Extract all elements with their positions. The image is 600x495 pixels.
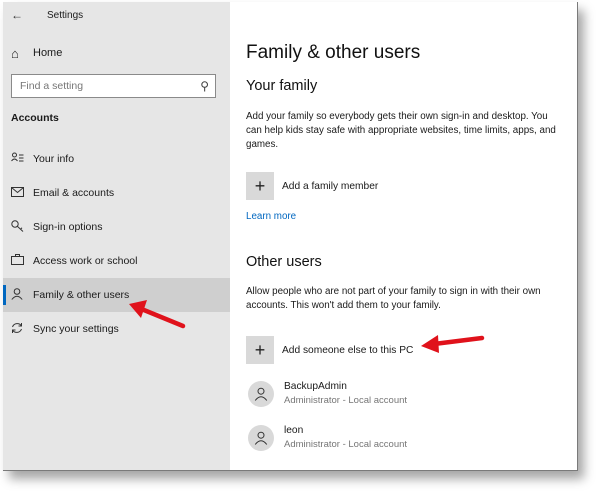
sidebar: ← Settings ⌂ Home Find a setting ⚲ Accou…: [3, 2, 230, 470]
sync-icon: [11, 322, 33, 337]
sidebar-item-email-accounts[interactable]: Email & accounts: [3, 176, 230, 210]
sidebar-item-label: Sign-in options: [33, 221, 103, 233]
settings-window: ← Settings ⌂ Home Find a setting ⚲ Accou…: [3, 2, 578, 471]
back-arrow-icon[interactable]: ←: [11, 8, 31, 22]
avatar: [248, 381, 274, 407]
window-title: Settings: [47, 9, 84, 21]
key-icon: [11, 219, 33, 235]
avatar: [248, 425, 274, 451]
annotation-arrow-icon: [129, 300, 186, 329]
main-content: Family & other users Your family Add you…: [230, 2, 577, 470]
home-link[interactable]: ⌂ Home: [11, 42, 62, 64]
user-icon: [254, 387, 268, 401]
your-family-heading: Your family: [246, 78, 318, 94]
title-bar: ← Settings: [11, 6, 83, 24]
search-placeholder: Find a setting: [20, 80, 84, 92]
sidebar-item-family-other-users[interactable]: Family & other users: [3, 278, 230, 312]
briefcase-icon: [11, 254, 33, 268]
sidebar-item-your-info[interactable]: Your info: [3, 142, 230, 176]
sidebar-item-label: Access work or school: [33, 255, 138, 267]
search-icon[interactable]: ⚲: [200, 79, 209, 93]
add-someone-else-label: Add someone else to this PC: [282, 344, 414, 356]
sidebar-item-sign-in-options[interactable]: Sign-in options: [3, 210, 230, 244]
other-users-heading: Other users: [246, 254, 322, 270]
user-name: BackupAdmin: [284, 381, 347, 392]
sidebar-item-label: Email & accounts: [33, 187, 115, 199]
learn-more-link[interactable]: Learn more: [246, 211, 296, 222]
your-family-description: Add your family so everybody gets their …: [246, 111, 556, 151]
other-users-description: Allow people who are not part of your fa…: [246, 286, 541, 312]
sidebar-item-access-work-school[interactable]: Access work or school: [3, 244, 230, 278]
sidebar-item-sync-settings[interactable]: Sync your settings: [3, 312, 230, 346]
home-label: Home: [33, 47, 63, 59]
sidebar-item-label: Sync your settings: [33, 323, 119, 335]
user-icon: [254, 431, 268, 445]
sidebar-item-label: Family & other users: [33, 289, 130, 301]
annotation-arrow-icon: [421, 335, 485, 353]
plus-icon: +: [246, 172, 274, 200]
sidebar-nav: Your info Email & accounts Sign-in optio…: [3, 142, 230, 346]
add-someone-else-button[interactable]: + Add someone else to this PC: [246, 336, 413, 364]
person-icon: [11, 287, 33, 303]
search-input[interactable]: Find a setting ⚲: [11, 74, 216, 98]
page-title: Family & other users: [246, 42, 421, 63]
add-family-member-label: Add a family member: [282, 180, 379, 192]
user-item-leon[interactable]: leon Administrator - Local account: [248, 424, 407, 452]
section-label: Accounts: [11, 112, 59, 124]
add-family-member-button[interactable]: + Add a family member: [246, 172, 378, 200]
plus-icon: +: [246, 336, 274, 364]
person-card-icon: [11, 152, 33, 166]
user-role: Administrator - Local account: [284, 395, 408, 406]
mail-icon: [11, 186, 33, 200]
user-role: Administrator - Local account: [284, 439, 408, 450]
user-item-backupadmin[interactable]: BackupAdmin Administrator - Local accoun…: [248, 380, 407, 408]
user-name: leon: [284, 425, 304, 436]
home-icon: ⌂: [11, 45, 19, 61]
sidebar-item-label: Your info: [33, 153, 75, 165]
